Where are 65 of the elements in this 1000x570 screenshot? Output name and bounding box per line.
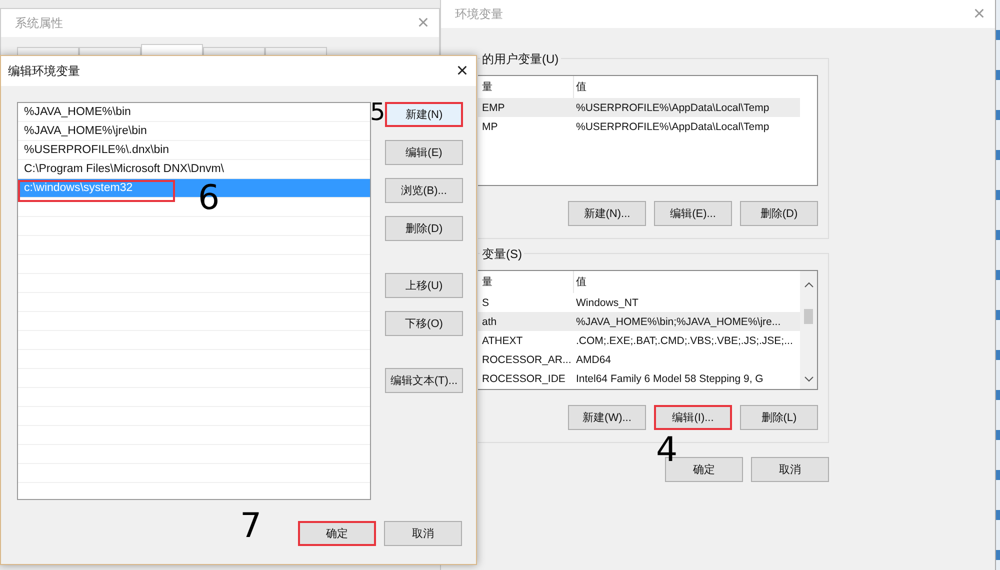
dialog-button[interactable]: 编辑文本(T)...: [385, 368, 463, 393]
dialog-button[interactable]: 新建(N)...: [568, 201, 646, 226]
table-cell-text: .COM;.EXE;.BAT;.CMD;.VBS;.VBE;.JS;.JSE;...: [575, 334, 793, 346]
dialog-button[interactable]: 浏览(B)...: [385, 178, 463, 203]
dialog-button[interactable]: 新建(N): [385, 102, 463, 127]
dialog-button[interactable]: 取消: [751, 457, 829, 482]
window-title: 编辑环境变量: [8, 62, 80, 80]
dialog-button[interactable]: 编辑(E): [385, 140, 463, 165]
table-row[interactable]: S Windows_NT: [478, 293, 800, 312]
table-row[interactable]: ROCESSOR_IDE Intel64 Family 6 Model 58 Stepping 9, G: [478, 369, 800, 388]
scrollbar[interactable]: [800, 271, 817, 389]
tab[interactable]: [17, 47, 79, 55]
path-text: %USERPROFILE%\.dnx\bin: [23, 144, 170, 156]
scroll-up-icon[interactable]: [804, 281, 814, 289]
handwritten-number: 5: [370, 100, 386, 124]
list-item[interactable]: %JAVA_HOME%\bin: [18, 103, 370, 122]
table-row[interactable]: MP %USERPROFILE%\AppData\Local\Temp: [478, 117, 800, 136]
table-cell-text: AMD64: [575, 354, 612, 366]
close-icon[interactable]: ×: [456, 61, 468, 81]
dialog-button[interactable]: 取消: [384, 521, 462, 546]
dialog-button[interactable]: 编辑(I)...: [654, 405, 732, 430]
table-cell-text: MP: [481, 120, 499, 132]
table-cell-text: ATHEXT: [481, 334, 524, 346]
dialog-button[interactable]: 下移(O): [385, 311, 463, 336]
group-label: 变量(S): [480, 246, 524, 263]
table-cell-text: ROCESSOR_AR...: [481, 354, 572, 366]
path-text: C:\Program Files\Microsoft DNX\Dnvm\: [23, 163, 226, 175]
column-header[interactable]: 值: [574, 80, 587, 94]
path-text: c:\windows\system32: [18, 180, 175, 202]
column-header[interactable]: 量: [478, 271, 574, 293]
table-cell-text: Intel64 Family 6 Model 58 Stepping 9, G: [575, 372, 764, 384]
path-text: %JAVA_HOME%\bin: [23, 106, 132, 118]
table-row[interactable]: EMP %USERPROFILE%\AppData\Local\Temp: [478, 98, 800, 117]
window-title: 环境变量: [455, 6, 503, 22]
dialog-button[interactable]: 编辑(E)...: [654, 201, 732, 226]
group-label: 的用户变量(U): [480, 51, 561, 68]
table-cell-text: ath: [481, 316, 498, 328]
table-cell-text: S: [481, 296, 490, 308]
list-item[interactable]: %USERPROFILE%\.dnx\bin: [18, 141, 370, 160]
dialog-button[interactable]: 删除(D): [740, 201, 818, 226]
table-cell-text: %JAVA_HOME%\bin;%JAVA_HOME%\jre...: [575, 316, 781, 328]
handwritten-number: 7: [240, 509, 262, 543]
window-title: 系统属性: [15, 14, 63, 32]
column-header[interactable]: 值: [574, 275, 587, 289]
table-row[interactable]: ath %JAVA_HOME%\bin;%JAVA_HOME%\jre...: [478, 312, 800, 331]
scroll-thumb[interactable]: [804, 309, 813, 324]
dialog-button[interactable]: 删除(L): [740, 405, 818, 430]
table-cell-text: EMP: [481, 102, 506, 114]
table-cell-text: %USERPROFILE%\AppData\Local\Temp: [575, 102, 770, 114]
dialog-button[interactable]: 删除(D): [385, 216, 463, 241]
table-cell-text: ROCESSOR_IDE: [481, 372, 566, 384]
tab[interactable]: [203, 47, 265, 55]
scroll-down-icon[interactable]: [804, 375, 814, 383]
path-text: %JAVA_HOME%\jre\bin: [23, 125, 148, 137]
dialog-button[interactable]: 确定: [298, 521, 376, 546]
table-cell-text: Windows_NT: [575, 296, 638, 308]
tab[interactable]: [265, 47, 327, 55]
dialog-button[interactable]: 上移(U): [385, 273, 463, 298]
list-item[interactable]: %JAVA_HOME%\jre\bin: [18, 122, 370, 141]
table-cell-text: %USERPROFILE%\AppData\Local\Temp: [575, 120, 770, 132]
dialog-button[interactable]: 新建(W)...: [568, 405, 646, 430]
tab[interactable]: [141, 44, 203, 55]
table-row[interactable]: ATHEXT .COM;.EXE;.BAT;.CMD;.VBS;.VBE;.JS;.JSE;...: [478, 331, 800, 350]
table-row[interactable]: ROCESSOR_AR... AMD64: [478, 350, 800, 369]
tab[interactable]: [79, 47, 141, 55]
